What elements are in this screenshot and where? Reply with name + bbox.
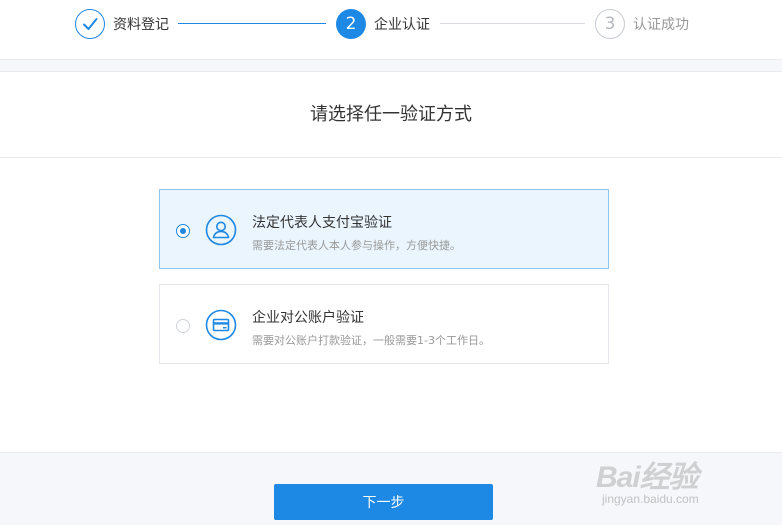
radio-button[interactable] bbox=[176, 319, 190, 333]
check-icon bbox=[75, 9, 105, 39]
watermark-brand: Bai经验 bbox=[596, 461, 699, 494]
step-connector bbox=[178, 23, 326, 24]
radio-dot bbox=[180, 228, 186, 234]
bank-card-icon bbox=[205, 309, 237, 341]
option-title: 法定代表人支付宝验证 bbox=[252, 215, 392, 231]
step-2: 2 企业认证 bbox=[336, 9, 430, 39]
step-label: 资料登记 bbox=[113, 17, 169, 33]
option-title: 企业对公账户验证 bbox=[252, 310, 364, 326]
person-icon bbox=[205, 214, 237, 246]
page-title: 请选择任一验证方式 bbox=[0, 72, 782, 158]
verification-card: 请选择任一验证方式 法定代表人支付宝验证 需要法定代表人本人参与操作，方便快捷。… bbox=[0, 71, 782, 453]
option-alipay-verification[interactable]: 法定代表人支付宝验证 需要法定代表人本人参与操作，方便快捷。 bbox=[159, 189, 609, 269]
step-3: 3 认证成功 bbox=[595, 9, 689, 39]
step-connector bbox=[440, 23, 585, 24]
radio-button[interactable] bbox=[176, 224, 190, 238]
next-button[interactable]: 下一步 bbox=[274, 484, 493, 520]
step-label: 认证成功 bbox=[633, 17, 689, 33]
option-bank-account-verification[interactable]: 企业对公账户验证 需要对公账户打款验证，一般需要1-3个工作日。 bbox=[159, 284, 609, 364]
step-number: 2 bbox=[336, 9, 366, 39]
watermark: Bai经验 jingyan.baidu.com bbox=[596, 452, 776, 514]
step-label: 企业认证 bbox=[374, 17, 430, 33]
option-description: 需要法定代表人本人参与操作，方便快捷。 bbox=[252, 239, 461, 252]
step-number: 3 bbox=[595, 9, 625, 39]
stepper: 资料登记 2 企业认证 3 认证成功 bbox=[0, 0, 782, 60]
option-description: 需要对公账户打款验证，一般需要1-3个工作日。 bbox=[252, 334, 490, 347]
watermark-url: jingyan.baidu.com bbox=[602, 492, 699, 506]
step-1: 资料登记 bbox=[75, 9, 169, 39]
